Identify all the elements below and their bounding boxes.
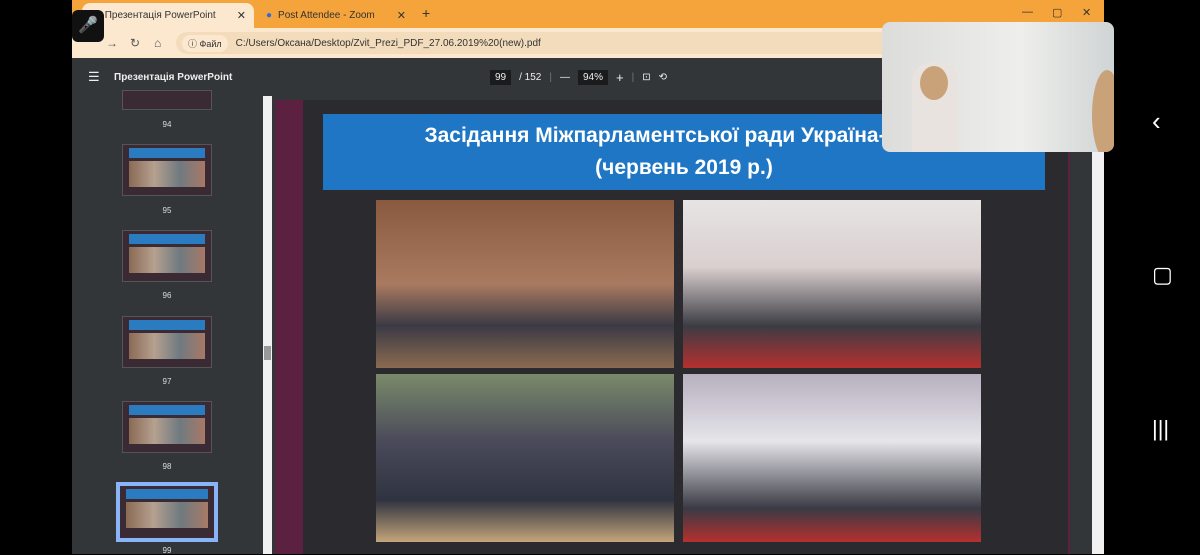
tab-label: Post Attendee - Zoom (278, 10, 375, 21)
zoom-input[interactable]: 94% (577, 70, 608, 85)
thumbnail-96[interactable] (122, 230, 212, 282)
thumbnail-sidebar: 94 95 96 97 98 99 (72, 90, 272, 555)
close-window-button[interactable]: ✕ (1082, 6, 1091, 19)
page-input[interactable]: 99 (490, 70, 512, 85)
new-tab-button[interactable]: + (422, 5, 430, 21)
tab-presentation[interactable]: ◍Презентація PowerPoint✕ (82, 3, 254, 28)
pdf-page: Засідання Міжпарламентської ради Україна… (275, 100, 1070, 554)
url-text: C:/Users/Оксана/Desktop/Zvit_Prezi_PDF_2… (235, 37, 541, 49)
minimize-button[interactable]: — (1022, 6, 1033, 18)
mic-muted-icon[interactable]: 🎤 (72, 10, 104, 42)
rotate-icon[interactable]: ⟲ (659, 72, 667, 83)
thumb-label: 94 (162, 120, 172, 129)
participant-second (1092, 70, 1114, 152)
thumbnail-99-selected[interactable] (116, 482, 218, 542)
photo-embroidered-shirts (683, 200, 981, 368)
participant-head (920, 66, 948, 100)
home-nav-icon[interactable]: ▢ (1152, 262, 1173, 288)
zoom-in-icon[interactable]: + (616, 70, 624, 85)
slide-content: Засідання Міжпарламентської ради Україна… (303, 100, 1068, 554)
tab-label: Презентація PowerPoint (104, 10, 216, 21)
file-label: Файл (199, 38, 222, 49)
pdf-title: Презентація PowerPoint (114, 72, 233, 83)
tab-zoom[interactable]: ● Post Attendee - Zoom ✕ (258, 3, 414, 28)
scrollbar-thumb[interactable] (264, 346, 271, 360)
zoom-icon: ● (266, 10, 273, 21)
photo-large-group (683, 374, 981, 542)
reload-icon[interactable]: ↻ (130, 36, 140, 50)
file-badge[interactable]: ⓘ Файл (182, 34, 228, 52)
fit-page-icon[interactable]: ⊡ (642, 72, 650, 83)
thumbnail-97[interactable] (122, 316, 212, 368)
pdf-scrollbar[interactable] (1092, 150, 1104, 554)
menu-icon[interactable]: ☰ (88, 69, 100, 85)
photo-building-group (376, 200, 674, 368)
close-icon[interactable]: ✕ (397, 9, 406, 22)
forward-icon[interactable]: → (106, 36, 118, 50)
thumb-label: 97 (162, 377, 172, 386)
zoom-out-icon[interactable]: — (560, 72, 570, 83)
home-icon[interactable]: ⌂ (154, 36, 161, 50)
thumb-label: 96 (162, 291, 172, 300)
thumbnail-98[interactable] (122, 401, 212, 453)
back-icon[interactable]: ‹ (1152, 106, 1161, 137)
maximize-button[interactable]: ▢ (1052, 6, 1062, 19)
video-participant (882, 22, 1114, 152)
sidebar-scrollbar[interactable] (263, 96, 272, 554)
thumb-label: 95 (162, 206, 172, 215)
recents-icon[interactable]: ||| (1152, 416, 1169, 442)
close-icon[interactable]: ✕ (237, 9, 246, 22)
thumbnail-94[interactable] (122, 90, 212, 110)
photo-outdoor-group (376, 374, 674, 542)
page-total: / 152 (519, 72, 542, 83)
slide-title-line2: (червень 2019 р.) (595, 156, 773, 179)
thumb-label: 98 (162, 462, 172, 471)
thumbnail-95[interactable] (122, 144, 212, 196)
